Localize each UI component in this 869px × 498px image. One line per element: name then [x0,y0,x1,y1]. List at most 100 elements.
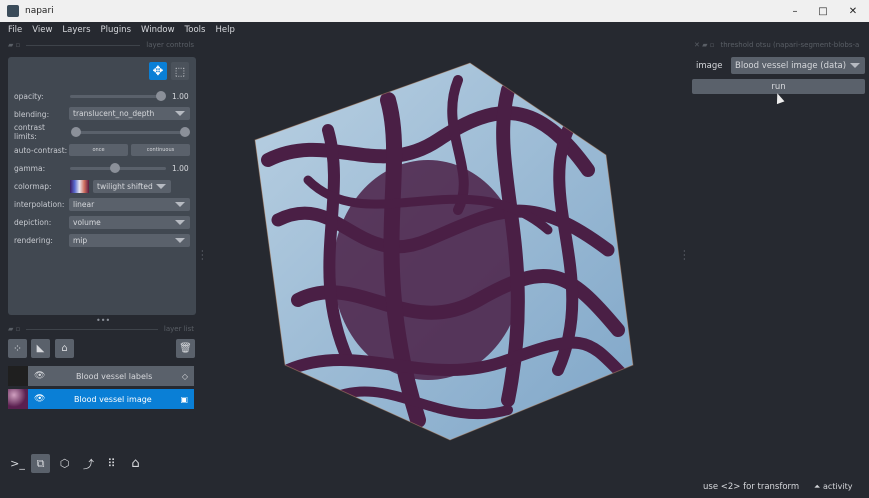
opacity-slider[interactable] [70,91,166,101]
plugin-dock-header: ✕ ▰ ▫ threshold otsu (napari-segment-blob… [694,40,869,50]
chevron-down-icon [850,63,860,68]
transpose-icon: ⤴ [83,457,94,471]
menu-help[interactable]: Help [215,25,234,35]
gamma-label: gamma: [14,163,46,173]
contrast-min-handle[interactable] [71,127,81,137]
trash-icon: 🗑 [179,343,192,354]
transform-button[interactable]: ⬚ [171,62,189,80]
image-label: image [696,61,723,71]
move-arrows-icon: ✥ [152,63,164,79]
layer-thumbnail [8,389,28,409]
blending-label: blending: [14,109,50,119]
menu-view[interactable]: View [32,25,52,35]
shapes-icon: ◣ [36,343,45,354]
layer-name: Blood vessel labels [76,371,153,381]
napari-logo-icon [7,5,19,17]
terminal-icon: >_ [10,457,25,470]
chevron-down-icon [156,184,166,189]
grid-icon: ⠿ [107,457,116,470]
delete-layer-button[interactable]: 🗑 [176,339,195,358]
points-icon: ⁘ [12,342,23,355]
eye-icon[interactable]: 👁 [34,371,45,381]
gamma-slider-handle[interactable] [110,163,120,173]
console-button[interactable]: >_ [8,454,27,473]
blending-dropdown[interactable]: translucent_no_depth [69,107,190,120]
grid-view-button[interactable]: ⠿ [102,454,121,473]
auto-contrast-continuous-button[interactable]: continuous [131,144,190,156]
dock-title: threshold otsu (napari-segment-blobs-a [720,41,860,49]
image-dropdown[interactable]: Blood vessel image (data) [731,57,865,74]
colormap-dropdown[interactable]: twilight shifted [93,180,171,193]
chevron-down-icon [175,202,185,207]
layer-list-header: ▰ ▫ layer list [8,324,194,334]
gamma-slider[interactable] [70,163,166,173]
activity-button[interactable]: ⏶ activity [814,482,852,492]
menu-tools[interactable]: Tools [185,25,206,35]
layer-controls-header: ▰ ▫ layer controls [8,40,194,50]
menu-plugins[interactable]: Plugins [101,25,131,35]
transform-icon: ⬚ [174,64,186,78]
cube-icon: ⧉ [36,456,45,470]
rendering-label: rendering: [14,235,53,245]
menu-file[interactable]: File [8,25,22,35]
layer-item-labels[interactable]: 👁 Blood vessel labels ◇ [8,366,194,386]
gamma-value: 1.00 [172,164,189,173]
pan-zoom-button[interactable]: ✥ [149,62,167,80]
depiction-value: volume [73,218,101,227]
contrast-limits-slider[interactable] [71,127,190,137]
maximize-button[interactable]: □ [808,0,838,22]
interpolation-value: linear [73,200,95,209]
chevron-down-icon [175,238,185,243]
layer-controls-panel: ✥ ⬚ opacity: 1.00 blending: translucent_… [8,57,196,315]
colormap-label: colormap: [14,181,52,191]
interpolation-dropdown[interactable]: linear [69,198,190,211]
float-icon[interactable]: ▰ ▫ [8,325,20,333]
float-icon[interactable]: ▰ ▫ [8,41,20,49]
dock-title: layer list [163,325,194,333]
rendering-dropdown[interactable]: mip [69,234,190,247]
tag-icon: ⌂ [61,343,68,354]
rotate-cube-icon: ⬡ [59,457,70,470]
layer-item-image[interactable]: 👁 Blood vessel image ▣ [8,389,194,409]
right-dock-handle[interactable]: · · · [683,248,686,264]
opacity-value: 1.00 [172,92,189,101]
opacity-slider-handle[interactable] [156,91,166,101]
dock-title: layer controls [146,41,194,49]
chevron-down-icon [175,220,185,225]
layer-name: Blood vessel image [74,394,152,404]
roll-dimensions-button[interactable]: ⬡ [55,454,74,473]
new-shapes-layer-button[interactable]: ◣ [31,339,50,358]
activity-label: activity [822,482,853,491]
colormap-value: twilight shifted [97,182,153,191]
left-dock-handle[interactable]: · · · [201,248,204,264]
auto-contrast-once-button[interactable]: once [69,144,128,156]
new-labels-layer-button[interactable]: ⌂ [55,339,74,358]
close-dock-icon[interactable]: ✕ ▰ ▫ [694,41,714,49]
menu-layers[interactable]: Layers [62,25,90,35]
transpose-button[interactable]: ⤴ [79,454,98,473]
status-message: use <2> for transform [703,482,800,492]
reset-view-button[interactable]: ⌂ [126,454,145,473]
close-button[interactable]: ✕ [838,0,868,22]
new-points-layer-button[interactable]: ⁘ [8,339,27,358]
colormap-preview [70,180,89,193]
layer-thumbnail [8,366,28,386]
rendering-value: mip [73,236,88,245]
interpolation-label: interpolation: [14,199,65,209]
eye-icon[interactable]: 👁 [34,394,45,404]
labels-tag-icon: ◇ [181,371,188,381]
menu-bar: File View Layers Plugins Window Tools He… [0,22,869,37]
opacity-label: opacity: [14,91,44,101]
image-value: Blood vessel image (data) [735,60,847,71]
toggle-ndisplay-button[interactable]: ⧉ [31,454,50,473]
chevron-down-icon [175,111,185,116]
menu-window[interactable]: Window [141,25,175,35]
contrast-max-handle[interactable] [180,127,190,137]
depiction-dropdown[interactable]: volume [69,216,190,229]
volume-rendering [254,62,634,441]
image-icon: ▣ [180,394,188,404]
minimize-button[interactable]: – [780,0,810,22]
viewer-canvas[interactable] [208,40,680,475]
home-icon: ⌂ [131,456,140,471]
depiction-label: depiction: [14,217,52,227]
